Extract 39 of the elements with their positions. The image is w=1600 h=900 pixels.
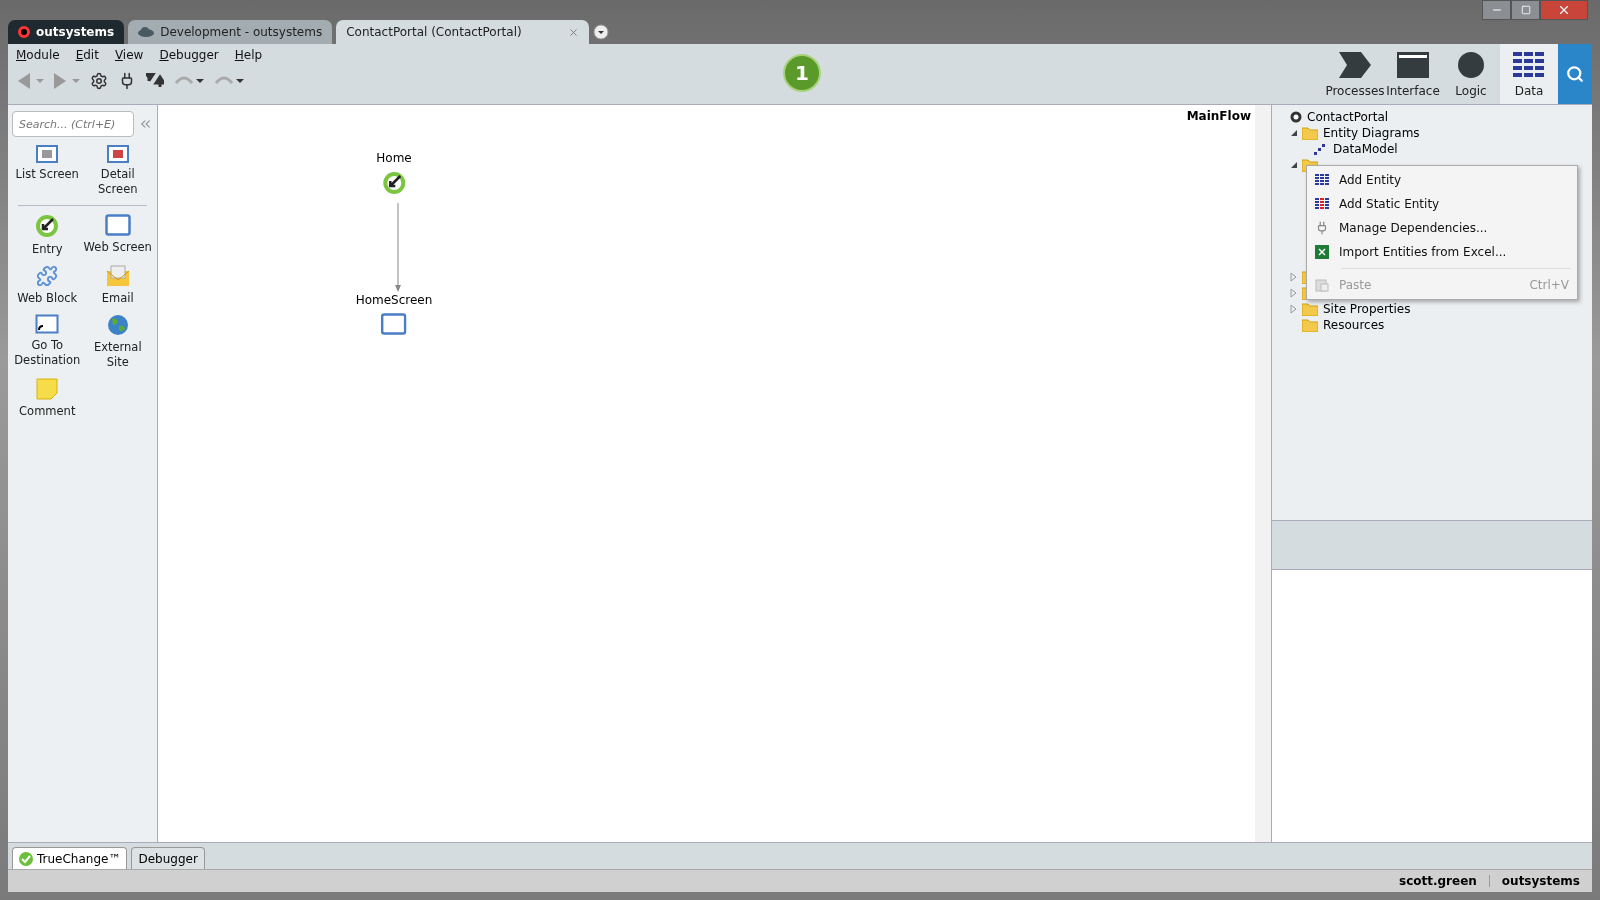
module-tab[interactable]: Interface: [1384, 44, 1442, 104]
tree-item[interactable]: Resources: [1322, 318, 1386, 332]
menu-item[interactable]: Help: [234, 48, 263, 62]
menu-item[interactable]: Manage Dependencies...: [1307, 216, 1577, 240]
panel-tab[interactable]: Debugger: [131, 847, 205, 869]
tree-item[interactable]: Site Properties: [1322, 302, 1412, 316]
menu-item[interactable]: Edit: [75, 48, 99, 62]
window-tab[interactable]: Development - outsystems: [128, 20, 333, 44]
menu-item[interactable]: Add Static Entity: [1307, 192, 1577, 216]
search-field[interactable]: Search... (Ctrl+E): [12, 111, 134, 137]
node-label: Home: [376, 151, 412, 165]
user-name: scott.green: [1399, 874, 1477, 888]
palette-item[interactable]: List Screen: [15, 167, 79, 182]
module-tab[interactable]: Logic: [1442, 44, 1500, 104]
menu-item[interactable]: Add Entity: [1307, 168, 1577, 192]
menu-item[interactable]: Module: [16, 48, 60, 62]
palette-item[interactable]: Email: [101, 291, 134, 306]
palette-item[interactable]: Web Screen: [83, 240, 152, 255]
palette-item[interactable]: External Site: [82, 340, 153, 370]
server-name: outsystems: [1501, 874, 1580, 888]
menu-item[interactable]: View: [114, 48, 144, 62]
flow-title: MainFlow: [1186, 109, 1251, 123]
panel-tab[interactable]: TrueChange™: [12, 847, 128, 869]
window-tab[interactable]: outsystems: [8, 20, 125, 44]
window-tab[interactable]: ContactPortal (ContactPortal): [336, 20, 589, 44]
tree-item[interactable]: Entity Diagrams: [1322, 126, 1421, 140]
tree-item[interactable]: DataModel: [1332, 142, 1399, 156]
tree-item[interactable]: ContactPortal: [1306, 110, 1390, 124]
node-label: HomeScreen: [355, 293, 433, 307]
palette-item[interactable]: Go To Destination: [12, 338, 83, 368]
palette-item[interactable]: Comment: [19, 404, 76, 419]
module-tab[interactable]: Data: [1500, 44, 1558, 104]
menu-item[interactable]: Debugger: [159, 48, 219, 62]
palette-item[interactable]: Detail Screen: [82, 167, 153, 197]
module-tab[interactable]: Processes: [1326, 44, 1384, 104]
palette-item[interactable]: Entry: [31, 242, 63, 257]
palette-item[interactable]: Web Block: [17, 291, 78, 306]
menu-item[interactable]: Import Entities from Excel...: [1307, 240, 1577, 264]
shortcut-label: Ctrl+V: [1529, 278, 1569, 292]
